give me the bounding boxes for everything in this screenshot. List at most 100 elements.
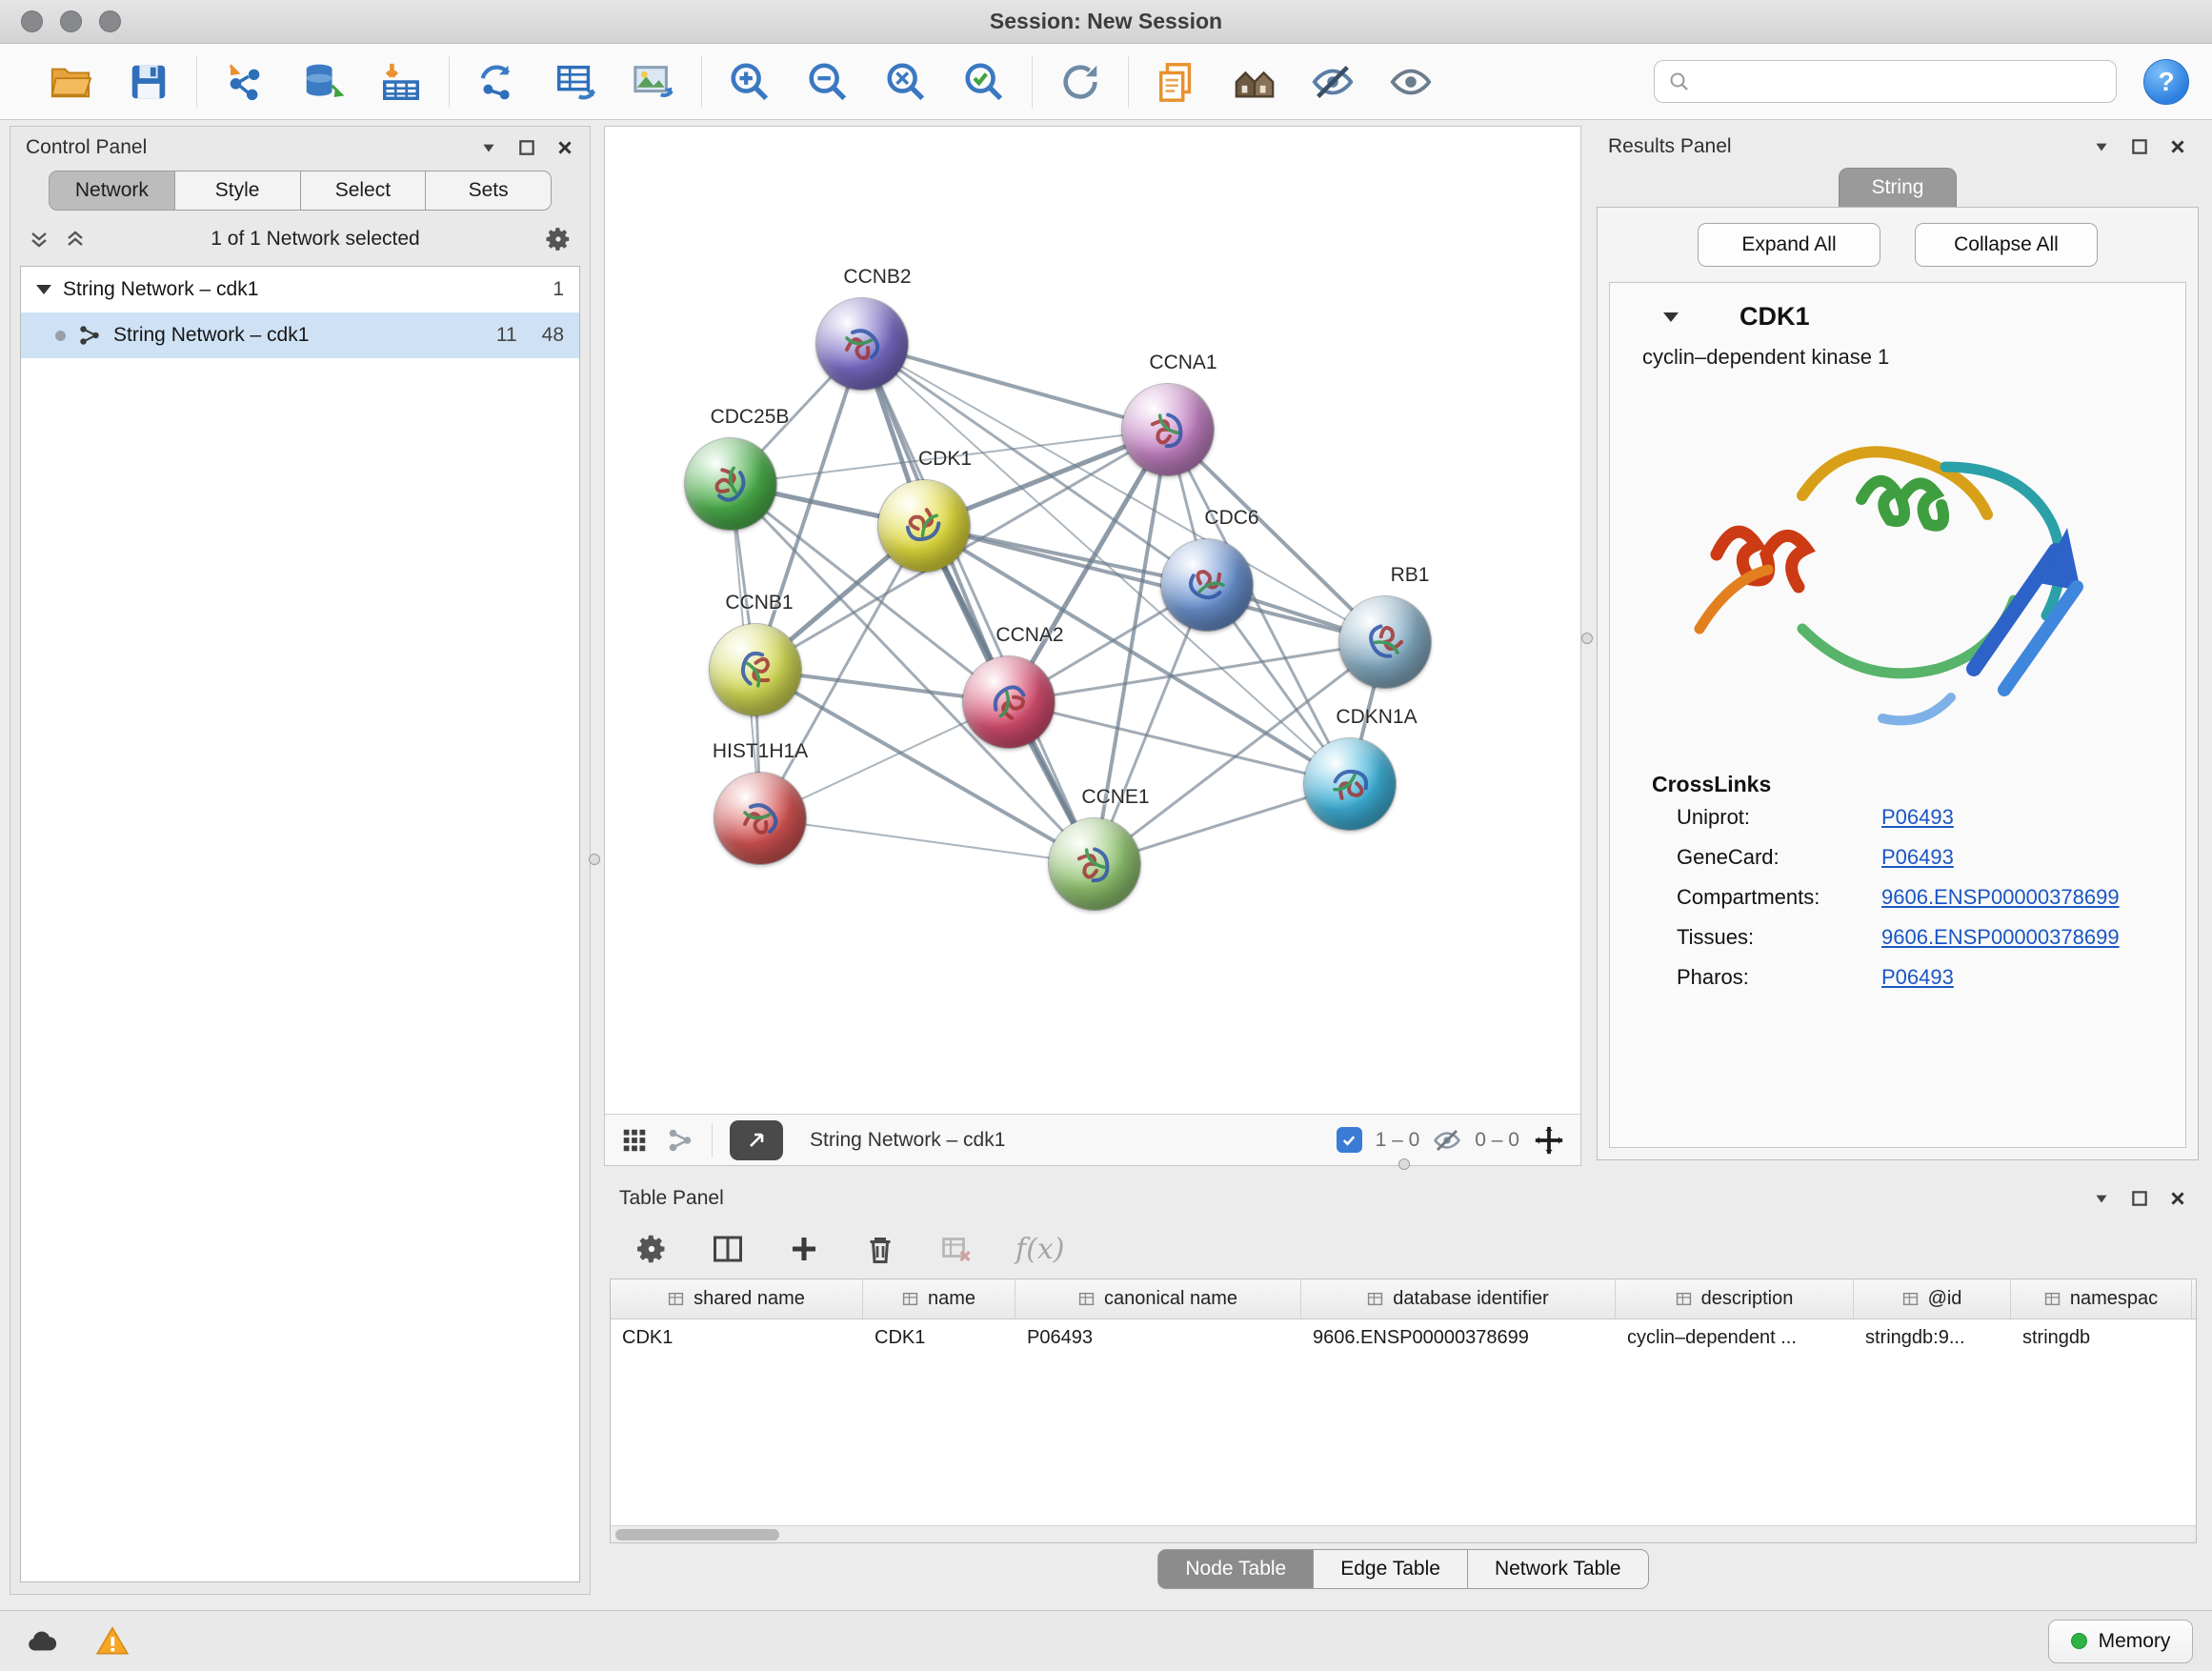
float-panel-icon[interactable]: [517, 138, 536, 157]
expand-all-icon[interactable]: [64, 228, 87, 251]
crosslink-link[interactable]: 9606.ENSP00000378699: [1881, 885, 2120, 910]
tab-style[interactable]: Style: [175, 171, 301, 211]
tab-select[interactable]: Select: [301, 171, 427, 211]
node-CCNB2[interactable]: [816, 298, 908, 390]
column-header-namespac[interactable]: namespac: [2011, 1279, 2192, 1319]
collapse-panel-icon[interactable]: [2092, 1189, 2111, 1208]
expand-all-button[interactable]: Expand All: [1698, 223, 1880, 267]
collapse-all-button[interactable]: Collapse All: [1915, 223, 2098, 267]
network-collection-row[interactable]: String Network – cdk1 1: [21, 267, 579, 312]
node-CDC25B[interactable]: [685, 438, 776, 530]
collapse-gene-icon[interactable]: [1663, 312, 1679, 322]
open-session-button[interactable]: [46, 57, 95, 107]
bottom-splitter-knob[interactable]: [1398, 1158, 1410, 1170]
scrollbar-thumb[interactable]: [615, 1529, 779, 1540]
column-header-name[interactable]: name: [863, 1279, 1016, 1319]
minimize-window-button[interactable]: [60, 10, 82, 32]
crosslink-link[interactable]: P06493: [1881, 805, 1954, 830]
column-header-canonical-name[interactable]: canonical name: [1016, 1279, 1301, 1319]
node-CDKN1A[interactable]: [1304, 738, 1396, 830]
birdseye-grid-icon[interactable]: [620, 1126, 649, 1155]
node-CCNA1[interactable]: [1122, 384, 1214, 475]
new-table-button[interactable]: [551, 57, 600, 107]
zoom-in-button[interactable]: [725, 57, 774, 107]
import-network-button[interactable]: [220, 57, 270, 107]
open-in-window-button[interactable]: [730, 1120, 783, 1160]
node-CCNB1[interactable]: [710, 624, 801, 715]
import-database-button[interactable]: [298, 57, 348, 107]
hidden-eye-icon[interactable]: [1433, 1126, 1461, 1155]
add-column-icon[interactable]: [787, 1232, 821, 1266]
selected-checkbox-icon[interactable]: [1337, 1127, 1362, 1153]
table-cell[interactable]: stringdb: [2011, 1319, 2192, 1359]
node-CDC6[interactable]: [1161, 539, 1253, 631]
close-panel-icon[interactable]: [555, 138, 574, 157]
tab-node-table[interactable]: Node Table: [1157, 1549, 1314, 1589]
network-row-selected[interactable]: String Network – cdk1 11 48: [21, 312, 579, 358]
edge-CDK1-RB1[interactable]: [924, 526, 1385, 642]
close-panel-icon[interactable]: [2168, 1189, 2187, 1208]
collapse-panel-icon[interactable]: [2092, 137, 2111, 156]
node-CDK1[interactable]: [878, 480, 970, 572]
node-RB1[interactable]: [1339, 596, 1431, 688]
edge-CCNB2-CCNA1[interactable]: [862, 344, 1168, 430]
cloud-status-button[interactable]: [19, 1619, 65, 1664]
table-cell[interactable]: CDK1: [611, 1319, 863, 1359]
zoom-selected-button[interactable]: [959, 57, 1009, 107]
table-cell[interactable]: stringdb:9...: [1854, 1319, 2011, 1359]
column-header-description[interactable]: description: [1616, 1279, 1854, 1319]
float-panel-icon[interactable]: [2130, 137, 2149, 156]
crosslink-link[interactable]: 9606.ENSP00000378699: [1881, 925, 2120, 950]
collapse-all-icon[interactable]: [28, 228, 50, 251]
show-columns-icon[interactable]: [711, 1232, 745, 1266]
export-image-button[interactable]: [629, 57, 678, 107]
table-settings-gear-icon[interactable]: [634, 1232, 669, 1266]
tab-network[interactable]: Network: [49, 171, 175, 211]
gear-icon[interactable]: [544, 225, 573, 253]
delete-column-icon[interactable]: [863, 1232, 897, 1266]
float-panel-icon[interactable]: [2130, 1189, 2149, 1208]
crosslink-link[interactable]: P06493: [1881, 845, 1954, 870]
search-input[interactable]: [1700, 70, 2102, 93]
table-horizontal-scrollbar[interactable]: [611, 1525, 2196, 1542]
crosslink-link[interactable]: P06493: [1881, 965, 1954, 990]
column-header-shared-name[interactable]: shared name: [611, 1279, 863, 1319]
column-header--id[interactable]: @id: [1854, 1279, 2011, 1319]
close-panel-icon[interactable]: [2168, 137, 2187, 156]
tab-string[interactable]: String: [1839, 168, 1958, 207]
edge-HIST1H1A-CCNE1[interactable]: [760, 818, 1095, 864]
right-splitter-knob[interactable]: [1581, 633, 1593, 644]
table-cell[interactable]: CDK1: [863, 1319, 1016, 1359]
node-CCNE1[interactable]: [1049, 818, 1140, 910]
zoom-fit-button[interactable]: [881, 57, 931, 107]
help-button[interactable]: ?: [2143, 59, 2189, 105]
tab-sets[interactable]: Sets: [426, 171, 552, 211]
hide-selection-button[interactable]: [1308, 57, 1357, 107]
refresh-button[interactable]: [1056, 57, 1105, 107]
tab-network-table[interactable]: Network Table: [1468, 1549, 1649, 1589]
copy-document-button[interactable]: [1152, 57, 1201, 107]
node-HIST1H1A[interactable]: [714, 773, 806, 864]
memory-button[interactable]: Memory: [2048, 1620, 2193, 1663]
save-session-button[interactable]: [124, 57, 173, 107]
share-network-icon[interactable]: [666, 1126, 694, 1155]
network-canvas[interactable]: CCNB2CCNA1CDC25BCDK1CDC6RB1CCNB1CCNA2CDK…: [605, 127, 1580, 1114]
import-table-button[interactable]: [376, 57, 426, 107]
zoom-out-button[interactable]: [803, 57, 853, 107]
table-cell[interactable]: cyclin–dependent ...: [1616, 1319, 1854, 1359]
close-window-button[interactable]: [21, 10, 43, 32]
node-CCNA2[interactable]: [963, 656, 1055, 748]
tab-edge-table[interactable]: Edge Table: [1314, 1549, 1468, 1589]
left-splitter-knob[interactable]: [589, 854, 600, 865]
table-cell[interactable]: P06493: [1016, 1319, 1301, 1359]
table-row[interactable]: CDK1CDK1P064939606.ENSP00000378699cyclin…: [611, 1319, 2196, 1359]
zoom-window-button[interactable]: [99, 10, 121, 32]
show-all-button[interactable]: [1386, 57, 1436, 107]
first-neighbors-button[interactable]: [1230, 57, 1279, 107]
collapse-panel-icon[interactable]: [479, 138, 498, 157]
warnings-button[interactable]: [90, 1619, 135, 1664]
column-header-database-identifier[interactable]: database identifier: [1301, 1279, 1616, 1319]
edge-CCNB2-CCNE1[interactable]: [862, 344, 1095, 864]
new-network-button[interactable]: [473, 57, 522, 107]
table-cell[interactable]: 9606.ENSP00000378699: [1301, 1319, 1616, 1359]
